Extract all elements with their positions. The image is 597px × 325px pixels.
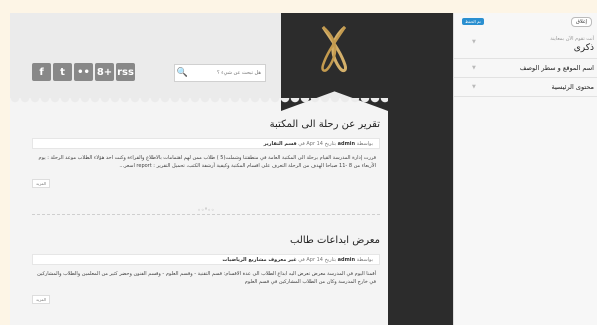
post-title[interactable]: معرض ابداعات طالب — [32, 235, 380, 246]
meta-category[interactable]: غير معروف مشاريع الرياضيات — [222, 257, 296, 263]
site-logo[interactable] — [315, 21, 353, 77]
sidebar-theme-info[interactable]: أنت تقوم الآن بمعاينة ذكرى ▼ — [454, 31, 597, 59]
meta-date: بتاريخ 14 Apr في — [298, 257, 337, 263]
post-item: معرض ابداعات طالب بواسطة admin بتاريخ 14… — [32, 235, 380, 305]
google-plus-icon[interactable]: 8+ — [95, 63, 114, 81]
twitter-icon[interactable]: t — [53, 63, 72, 81]
meta-category[interactable]: قسم التقارير — [264, 141, 297, 147]
post-excerpt: أقمنا اليوم في المدرسة معرض تعرض اليه اب… — [37, 271, 376, 285]
post-excerpt: قررت إدارة المدرسة القيام برحلة الى المك… — [38, 155, 376, 169]
meta-date: بتاريخ 14 Apr في — [298, 141, 337, 147]
post-title[interactable]: تقرير عن رحلة الى المكتبة — [32, 119, 380, 130]
search-icon[interactable]: 🔍 — [175, 68, 190, 78]
site-preview: f t •• 8+ rss 🔍 تقرير عن رحلة الى المكتب… — [10, 13, 453, 325]
divider-ornament: ◦◦°◦◦ — [193, 207, 219, 214]
post-divider: ◦◦°◦◦ — [32, 207, 380, 221]
customizer-sidebar: إغلاق تم الحفظ أنت تقوم الآن بمعاينة ذكر… — [453, 13, 597, 325]
close-button[interactable]: إغلاق — [571, 17, 592, 27]
post-meta: بواسطة admin بتاريخ 14 Apr في غير معروف … — [32, 254, 380, 265]
preview-hint: أنت تقوم الآن بمعاينة — [550, 36, 594, 42]
read-more-button[interactable]: المزيد — [32, 295, 51, 304]
dark-column — [388, 13, 453, 325]
flickr-icon[interactable]: •• — [74, 63, 93, 81]
sidebar-item-label: اسم الموقع و سطر الوصف — [519, 64, 594, 72]
chevron-down-icon: ▼ — [472, 84, 476, 90]
facebook-icon[interactable]: f — [32, 63, 51, 81]
sidebar-header: إغلاق تم الحفظ — [454, 13, 597, 31]
social-icons: f t •• 8+ rss — [32, 63, 135, 81]
header-scallop — [10, 98, 388, 108]
preview-frame: f t •• 8+ rss 🔍 تقرير عن رحلة الى المكتب… — [10, 13, 597, 325]
search-box: 🔍 — [174, 64, 266, 82]
post-item: تقرير عن رحلة الى المكتبة بواسطة admin ب… — [32, 119, 380, 189]
saved-badge[interactable]: تم الحفظ — [462, 18, 484, 25]
theme-name: ذكرى — [573, 43, 594, 53]
chevron-down-icon: ▼ — [472, 39, 476, 45]
sidebar-item-site-title[interactable]: اسم الموقع و سطر الوصف ▼ — [454, 59, 597, 78]
meta-by: بواسطة — [356, 141, 373, 147]
meta-author[interactable]: admin — [338, 257, 355, 263]
rss-icon[interactable]: rss — [116, 63, 135, 81]
read-more-button[interactable]: المزيد — [32, 179, 51, 188]
sidebar-item-front-page[interactable]: محتوى الرئيسية ▼ — [454, 78, 597, 97]
meta-author[interactable]: admin — [338, 141, 355, 147]
meta-by: بواسطة — [356, 257, 373, 263]
search-input[interactable] — [190, 70, 265, 76]
chevron-down-icon: ▼ — [472, 65, 476, 71]
posts-area: تقرير عن رحلة الى المكتبة بواسطة admin ب… — [32, 113, 380, 305]
sidebar-item-label: محتوى الرئيسية — [551, 83, 594, 91]
post-meta: بواسطة admin بتاريخ 14 Apr في قسم التقار… — [32, 138, 380, 149]
